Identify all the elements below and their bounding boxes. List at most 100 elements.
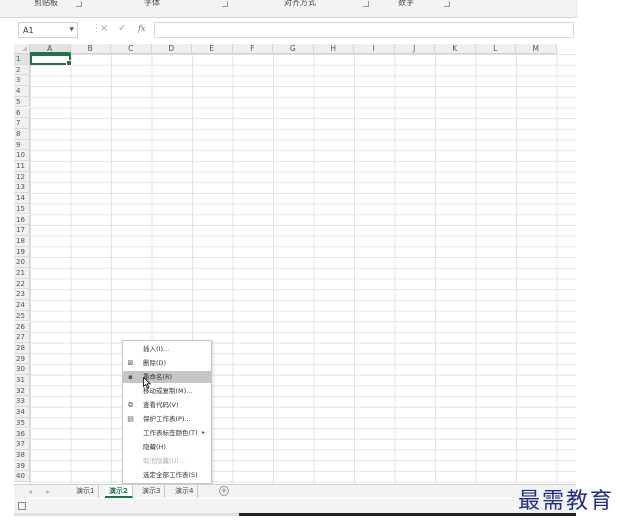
context-menu-item-label: 取消隐藏(U)...: [143, 457, 186, 465]
row-header[interactable]: 15: [14, 203, 30, 215]
row-header[interactable]: 40: [14, 471, 30, 482]
sheet-tab[interactable]: 演示3: [138, 485, 166, 498]
row-header[interactable]: 25: [14, 310, 30, 322]
row-header[interactable]: 35: [14, 417, 30, 429]
number-launcher-icon[interactable]: [444, 1, 450, 7]
row-header[interactable]: 4: [14, 86, 30, 97]
row-header[interactable]: 13: [14, 182, 30, 194]
row-header[interactable]: 6: [14, 107, 30, 119]
watermark-logo: 最需教育: [517, 489, 614, 514]
row-header[interactable]: 8: [14, 128, 30, 140]
macro-record-icon[interactable]: [18, 502, 26, 510]
ribbon-group-clipboard: 剪贴板: [34, 0, 58, 7]
row-header[interactable]: 34: [14, 407, 30, 418]
row-header[interactable]: 14: [14, 193, 30, 204]
row-header[interactable]: 36: [14, 428, 30, 440]
active-cell-a1[interactable]: [30, 54, 72, 66]
clipboard-launcher-icon[interactable]: [76, 1, 82, 7]
column-header[interactable]: D: [151, 44, 192, 54]
row-header[interactable]: 19: [14, 246, 30, 258]
context-menu-item[interactable]: ▪ 重命名(R): [123, 371, 211, 383]
name-box[interactable]: A1 ▼: [18, 22, 78, 38]
row-header[interactable]: 29: [14, 353, 30, 365]
column-header[interactable]: M: [516, 44, 557, 54]
row-header[interactable]: 39: [14, 460, 30, 472]
row-header[interactable]: 22: [14, 278, 30, 290]
context-menu-item[interactable]: 工作表标签颜色(T) ▸: [123, 427, 211, 439]
font-launcher-icon[interactable]: [222, 1, 228, 7]
name-box-value: A1: [23, 26, 34, 35]
context-menu-item[interactable]: ⊠ 删除(D): [123, 357, 211, 369]
row-header[interactable]: 5: [14, 96, 30, 108]
insert-function-icon[interactable]: fx: [138, 24, 145, 33]
chevron-down-icon[interactable]: ▼: [69, 26, 74, 33]
row-header[interactable]: 24: [14, 300, 30, 311]
cell-gridlines[interactable]: [30, 54, 576, 484]
row-header[interactable]: 30: [14, 364, 30, 375]
context-menu-item: 取消隐藏(U)...: [123, 455, 211, 467]
context-menu-item[interactable]: 插入(I)...: [123, 343, 211, 355]
row-header[interactable]: 20: [14, 257, 30, 268]
status-bar: [14, 499, 576, 513]
row-header[interactable]: 37: [14, 439, 30, 450]
column-header[interactable]: C: [111, 44, 152, 54]
view-code-icon: ⧉: [128, 401, 133, 409]
row-header[interactable]: 11: [14, 161, 30, 172]
row-header[interactable]: 31: [14, 375, 30, 386]
column-header[interactable]: K: [435, 44, 476, 54]
column-header[interactable]: F: [232, 44, 273, 54]
ribbon-group-alignment: 对齐方式: [284, 0, 316, 7]
sheet-tab[interactable]: 演示4: [171, 485, 199, 498]
row-header[interactable]: 1: [14, 54, 30, 65]
column-header[interactable]: I: [354, 44, 395, 54]
row-header[interactable]: 9: [14, 139, 30, 151]
rename-icon: ▪: [128, 373, 133, 381]
row-header[interactable]: 12: [14, 171, 30, 183]
context-menu-item[interactable]: ▤ 保护工作表(P)...: [123, 413, 211, 425]
context-menu-item[interactable]: 移动或复制(M)...: [123, 385, 211, 397]
add-sheet-button[interactable]: +: [219, 486, 229, 496]
context-menu-item[interactable]: ⧉ 查看代码(V): [123, 399, 211, 411]
prev-sheet-icon[interactable]: ◂: [28, 487, 32, 496]
formula-input[interactable]: [154, 22, 574, 38]
row-header[interactable]: 7: [14, 118, 30, 129]
sheet-tab[interactable]: 演示2: [105, 485, 133, 498]
row-header[interactable]: 32: [14, 385, 30, 397]
delete-sheet-icon: ⊠: [127, 359, 134, 367]
enter-icon[interactable]: ✓: [118, 23, 126, 34]
row-header[interactable]: 18: [14, 235, 30, 247]
row-header[interactable]: 26: [14, 321, 30, 333]
sheet-tab[interactable]: 演示1: [72, 485, 100, 498]
row-header[interactable]: 17: [14, 225, 30, 236]
context-menu-item[interactable]: 隐藏(H): [123, 441, 211, 453]
sheet-tab-context-menu: 插入(I)... ⊠ 删除(D) ▪ 重命名(R) 移动或复制(M)... ⧉ 查看代码(V)…: [122, 340, 212, 484]
alignment-launcher-icon[interactable]: [363, 1, 369, 7]
column-header[interactable]: L: [475, 44, 516, 54]
column-header[interactable]: E: [192, 44, 233, 54]
column-header[interactable]: G: [273, 44, 314, 54]
row-header[interactable]: 23: [14, 289, 30, 301]
row-header[interactable]: 16: [14, 214, 30, 226]
column-header[interactable]: J: [394, 44, 435, 54]
select-all-corner[interactable]: [14, 44, 30, 54]
worksheet-grid[interactable]: A B C D E F G H I J K L M 1 2 3 4 5 6 7 8 9 10 11 12 13 14 15 16 17 18…: [14, 44, 576, 484]
context-menu-item[interactable]: 选定全部工作表(S): [123, 469, 211, 481]
row-header[interactable]: 28: [14, 342, 30, 354]
context-menu-item-label: 插入(I)...: [143, 345, 170, 353]
row-header[interactable]: 10: [14, 150, 30, 161]
sheet-tabs-bar: ◂ ▸ 演示1 演示2 演示3 演示4 +: [14, 484, 576, 498]
row-header[interactable]: 21: [14, 268, 30, 279]
row-header[interactable]: 33: [14, 396, 30, 408]
row-header[interactable]: 2: [14, 64, 30, 76]
column-header[interactable]: B: [70, 44, 111, 54]
context-menu-item-label: 查看代码(V): [143, 401, 179, 409]
column-header[interactable]: A: [30, 44, 71, 54]
row-header[interactable]: 27: [14, 332, 30, 343]
next-sheet-icon[interactable]: ▸: [46, 487, 50, 496]
row-header[interactable]: 38: [14, 449, 30, 461]
ribbon-group-font: 字体: [144, 0, 160, 7]
cancel-icon[interactable]: ×: [100, 23, 108, 34]
row-header[interactable]: 3: [14, 75, 30, 87]
formula-bar: A1 ▼ ⋮ × ✓ fx: [14, 20, 576, 40]
column-header[interactable]: H: [313, 44, 354, 54]
